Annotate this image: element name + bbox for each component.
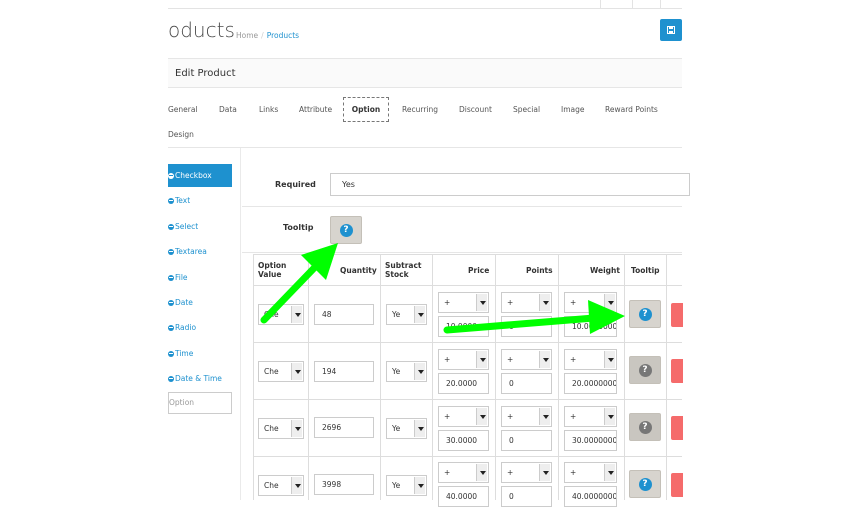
annotation-arrow-left	[260, 243, 338, 324]
annotation-arrow-right	[443, 300, 625, 334]
annotation-arrows	[260, 243, 625, 334]
